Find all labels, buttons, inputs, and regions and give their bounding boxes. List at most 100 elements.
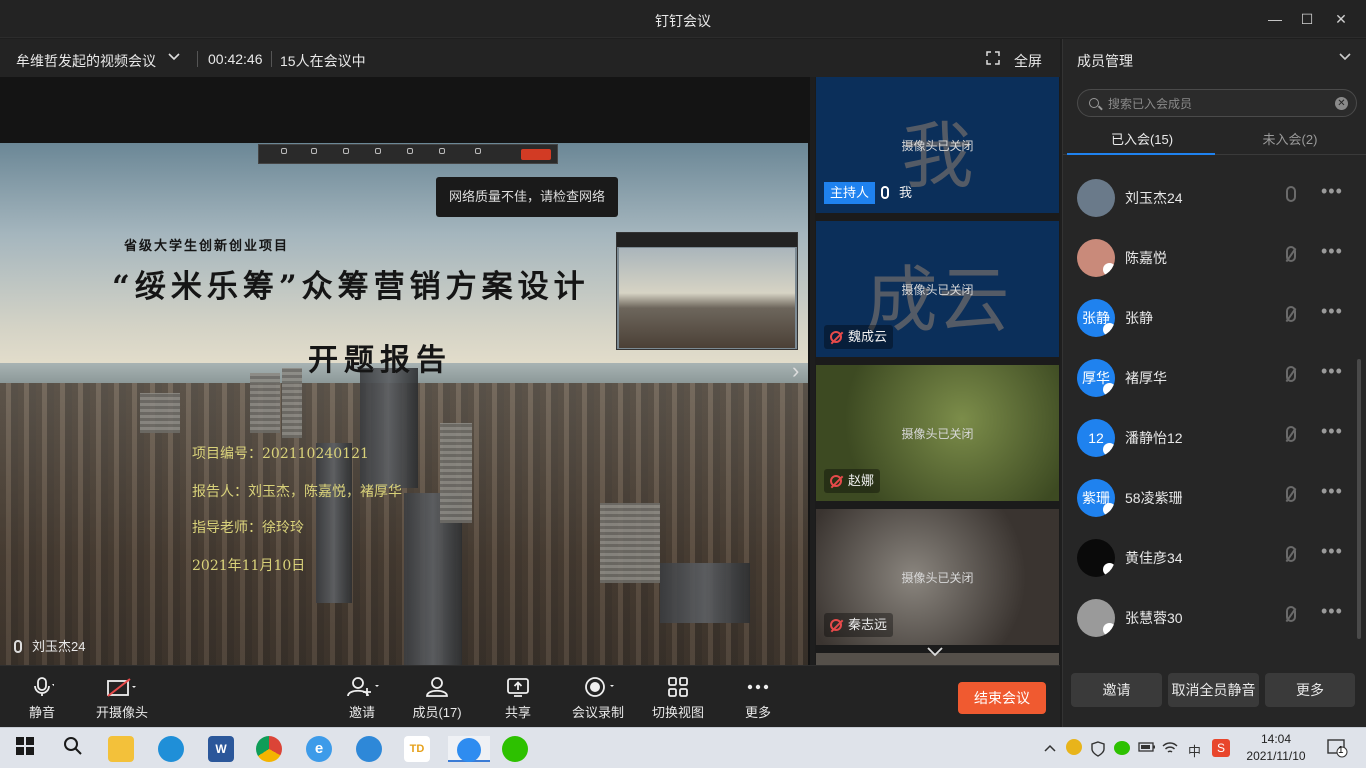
mic-muted-icon[interactable] — [1286, 426, 1296, 442]
minimize-button[interactable]: — — [1264, 8, 1286, 30]
member-row[interactable]: 张静 张静 ••• — [1063, 287, 1357, 347]
maximize-button[interactable]: ☐ — [1296, 8, 1318, 30]
member-name: 褚厚华 — [1125, 370, 1167, 386]
tile-name: 魏成云 — [848, 329, 888, 344]
video-tile[interactable]: 我 摄像头已关闭 主持人 我 — [816, 77, 1059, 213]
avatar-mute-badge-icon — [1103, 563, 1115, 576]
search-icon[interactable] — [60, 736, 86, 762]
edge-browser-icon[interactable] — [158, 736, 184, 762]
chevron-right-icon[interactable]: › — [792, 358, 799, 384]
chevron-down-icon[interactable] — [167, 49, 181, 66]
share-button[interactable]: 共享 — [502, 676, 534, 722]
camera-button[interactable]: 开摄像头 — [96, 676, 148, 722]
shared-slide: 省级大学生创新创业项目 “绥米乐筹”众筹营销方案设计 开题报告 项目编号：202… — [0, 143, 808, 673]
wechat-icon[interactable] — [502, 736, 528, 762]
system-clock[interactable]: 14:04 2021/11/10 — [1240, 731, 1312, 765]
record-button[interactable]: 会议录制 — [572, 676, 624, 722]
switch-view-button[interactable]: 切换视图 — [652, 676, 704, 722]
chevron-up-icon[interactable] — [1044, 741, 1056, 756]
mic-muted-icon[interactable] — [1286, 486, 1296, 502]
dingtalk-icon[interactable] — [356, 736, 382, 762]
mute-button[interactable]: 静音 — [22, 676, 62, 722]
unmute-all-button[interactable]: 取消全员静音 — [1168, 673, 1259, 707]
avatar-mute-badge-icon — [1103, 443, 1115, 456]
windows-start-icon[interactable] — [12, 736, 38, 762]
meeting-name[interactable]: 牟维哲发起的视频会议 — [16, 51, 156, 71]
member-row[interactable]: 紫珊 58凌紫珊 ••• — [1063, 467, 1357, 527]
video-tile[interactable]: 摄像头已关闭 赵娜 — [816, 365, 1059, 501]
video-tile[interactable]: 成云 摄像头已关闭 魏成云 — [816, 221, 1059, 357]
member-more-icon[interactable]: ••• — [1321, 541, 1343, 562]
video-tile[interactable]: 摄像头已关闭 秦志远 — [816, 509, 1059, 645]
member-more-icon[interactable]: ••• — [1321, 601, 1343, 622]
share-screen-icon — [502, 676, 534, 698]
ie-browser-icon[interactable]: e — [306, 736, 332, 762]
member-more-icon[interactable]: ••• — [1321, 361, 1343, 382]
member-search-box[interactable]: ✕ — [1077, 89, 1357, 117]
windows-taskbar: W e TD 中 S 14:04 2021/11/10 1 — [0, 727, 1366, 768]
host-badge: 主持人 — [824, 182, 876, 204]
members-button[interactable]: 成员(17) — [412, 676, 462, 722]
meeting-app-icon[interactable] — [448, 736, 490, 763]
mic-muted-icon[interactable] — [1286, 366, 1296, 382]
member-row[interactable]: 厚华 褚厚华 ••• — [1063, 347, 1357, 407]
building — [250, 373, 280, 433]
fullscreen-button[interactable]: 全屏 — [1014, 51, 1042, 71]
chevron-down-icon[interactable] — [926, 644, 944, 662]
ime-indicator[interactable]: 中 — [1188, 741, 1201, 760]
shield-icon[interactable] — [1090, 741, 1106, 760]
fullscreen-icon[interactable] — [986, 51, 1000, 68]
member-row[interactable]: 刘玉杰24 ••• — [1063, 167, 1357, 227]
member-more-icon[interactable]: ••• — [1321, 301, 1343, 322]
tile-name-tag: 赵娜 — [824, 469, 881, 493]
mic-icon[interactable] — [1286, 186, 1296, 202]
member-row[interactable]: 黄佳彦34 ••• — [1063, 527, 1357, 587]
tile-name-tag: 秦志远 — [824, 613, 894, 637]
member-row[interactable]: 12 潘静怡12 ••• — [1063, 407, 1357, 467]
record-icon — [407, 148, 413, 154]
tray-app-icon[interactable] — [1066, 739, 1082, 755]
camera-off-text: 摄像头已关闭 — [901, 571, 974, 585]
tab-not-joined[interactable]: 未入会(2) — [1215, 129, 1365, 148]
more-button[interactable]: 更多 — [742, 676, 774, 722]
clock-date: 2021/11/10 — [1246, 749, 1306, 763]
notification-icon[interactable]: 1 — [1326, 737, 1348, 762]
more-icon — [439, 148, 445, 154]
member-more-icon[interactable]: ••• — [1321, 421, 1343, 442]
member-name: 58凌紫珊 — [1125, 490, 1183, 506]
tile-name: 秦志远 — [848, 617, 888, 632]
member-row[interactable]: 陈嘉悦 ••• — [1063, 227, 1357, 287]
tab-joined[interactable]: 已入会(15) — [1067, 129, 1217, 148]
mic-muted-icon[interactable] — [1286, 246, 1296, 262]
wechat-tray-icon[interactable] — [1114, 741, 1130, 755]
close-button[interactable]: ✕ — [1330, 8, 1352, 30]
chevron-down-icon[interactable] — [1338, 49, 1352, 66]
word-icon[interactable]: W — [208, 736, 234, 762]
battery-icon[interactable] — [1138, 741, 1156, 756]
member-search-input[interactable] — [1108, 94, 1328, 114]
member-more-icon[interactable]: ••• — [1321, 241, 1343, 262]
mic-muted-icon[interactable] — [1286, 306, 1296, 322]
chrome-icon[interactable] — [256, 736, 282, 762]
member-list-scrollbar[interactable] — [1357, 359, 1361, 639]
avatar: 厚华 — [1077, 359, 1115, 397]
end-meeting-button[interactable]: 结束会议 — [958, 682, 1046, 714]
sogou-ime-icon[interactable]: S — [1212, 739, 1230, 757]
record-label: 会议录制 — [572, 705, 625, 720]
panel-invite-button[interactable]: 邀请 — [1071, 673, 1162, 707]
panel-more-button[interactable]: 更多 — [1265, 673, 1355, 707]
share-label: 共享 — [504, 705, 531, 720]
member-more-icon[interactable]: ••• — [1321, 181, 1343, 202]
member-row[interactable]: 张慧蓉30 ••• — [1063, 587, 1357, 647]
td-app-icon[interactable]: TD — [404, 736, 430, 762]
mic-muted-icon[interactable] — [1286, 606, 1296, 622]
member-more-icon[interactable]: ••• — [1321, 481, 1343, 502]
invite-label: 邀请 — [348, 705, 375, 720]
clear-icon[interactable]: ✕ — [1335, 97, 1348, 110]
mic-icon — [881, 186, 890, 199]
building — [600, 503, 660, 583]
mic-muted-icon[interactable] — [1286, 546, 1296, 562]
invite-button[interactable]: 邀请 — [342, 676, 382, 722]
file-explorer-icon[interactable] — [108, 736, 134, 762]
wifi-icon[interactable] — [1162, 741, 1178, 758]
